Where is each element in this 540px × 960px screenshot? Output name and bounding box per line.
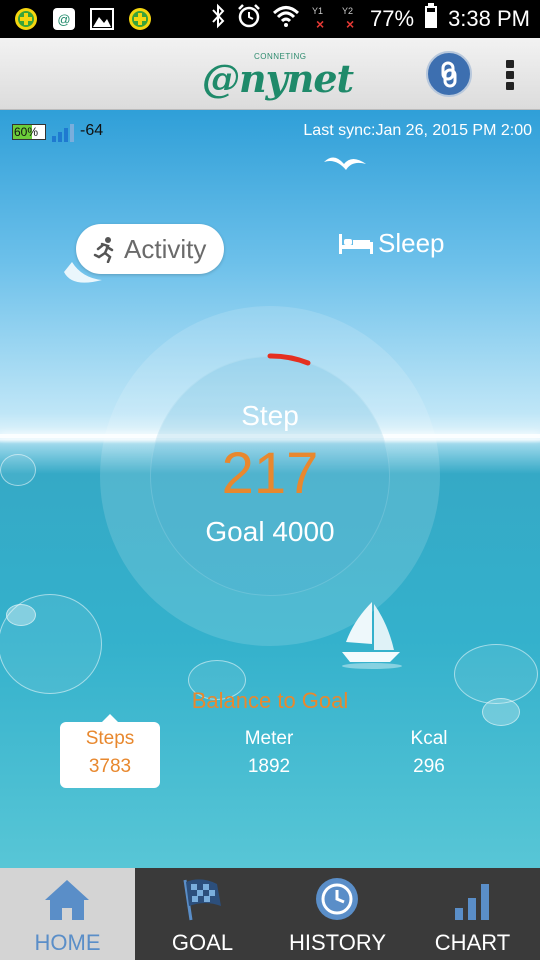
battery-icon: [424, 3, 438, 35]
balance-to-goal-title: Balance to Goal: [191, 688, 349, 713]
activity-scene: 60% -64 Last sync:Jan 26, 2015 PM 2:00 A…: [0, 110, 540, 868]
bottom-navigation: HOME GOAL HISTORY CHART: [0, 868, 540, 960]
checkered-flag-icon: [183, 879, 221, 921]
sim-off-icon: Y2 ×: [342, 6, 355, 32]
bar-chart-icon: [455, 884, 489, 920]
stat-kcal[interactable]: Kcal 296: [379, 722, 479, 788]
bed-icon: [339, 233, 373, 254]
app-header: CONNETING @nynet: [0, 38, 540, 110]
overflow-menu-icon: [506, 60, 514, 68]
nav-goal-label: GOAL: [171, 930, 234, 955]
water-bubble: [0, 454, 36, 486]
gallery-icon: [88, 6, 116, 32]
stat-meter[interactable]: Meter 1892: [219, 722, 319, 788]
nav-home[interactable]: HOME: [0, 868, 135, 960]
plus-badge-icon: [126, 6, 154, 32]
nav-history-label: HISTORY: [289, 930, 386, 955]
stat-meter-value: 1892: [247, 756, 291, 777]
nav-goal[interactable]: GOAL: [135, 868, 270, 960]
water-bubble: [6, 604, 36, 626]
bluetooth-icon: [210, 3, 226, 35]
wifi-icon: [272, 4, 300, 34]
runner-icon: [93, 237, 114, 263]
stat-steps-label: Steps: [85, 728, 135, 749]
svg-text:@: @: [57, 12, 70, 27]
stat-steps[interactable]: Steps 3783: [60, 722, 160, 788]
tab-activity[interactable]: Activity: [76, 224, 224, 274]
sim2-label: Y2: [342, 6, 354, 16]
nav-chart[interactable]: CHART: [405, 868, 540, 960]
device-link-button[interactable]: [426, 51, 472, 97]
alarm-icon: [236, 3, 262, 35]
sim1-label: Y1: [312, 6, 324, 16]
clock: 3:38 PM: [448, 6, 530, 31]
stat-selection-pointer: [102, 714, 118, 722]
link-icon: [441, 61, 457, 88]
tab-sleep-label: Sleep: [378, 228, 445, 258]
logo-text: @nynet: [202, 56, 354, 101]
nav-home-label: HOME: [34, 930, 101, 955]
signal-strength-icon: [52, 122, 78, 142]
status-bar: @ Y1 × Y2 × 77% 3:38 PM: [0, 0, 540, 38]
nav-chart-label: CHART: [434, 930, 511, 955]
overflow-menu-button[interactable]: [498, 58, 522, 92]
device-battery-indicator: 60%: [12, 124, 46, 140]
stat-steps-value: 3783: [88, 756, 132, 777]
goal-label: Goal 4000: [205, 516, 335, 547]
step-label: Step: [241, 400, 299, 431]
battery-percent: 77%: [370, 6, 415, 31]
mail-app-icon: @: [50, 6, 78, 32]
home-icon: [45, 880, 89, 920]
step-progress-arc: [267, 353, 311, 366]
stat-meter-label: Meter: [244, 728, 294, 749]
sim-off-icon: Y1 ×: [312, 6, 325, 32]
brand-logo: CONNETING @nynet: [202, 48, 354, 101]
plus-badge-icon: [12, 6, 40, 32]
nav-history[interactable]: HISTORY: [270, 868, 405, 960]
tab-sleep[interactable]: Sleep: [338, 228, 445, 259]
stat-kcal-value: 296: [413, 756, 445, 777]
sailboat-icon: [342, 602, 402, 669]
seagull-icon: [324, 157, 366, 170]
history-clock-icon: [316, 878, 358, 920]
tab-activity-label: Activity: [124, 233, 207, 264]
last-sync-label: Last sync:Jan 26, 2015 PM 2:00: [303, 122, 532, 139]
device-battery-level: 60%: [14, 125, 39, 139]
signal-value: -64: [80, 122, 104, 139]
system-icons: Y1 × Y2 × 77% 3:38 PM: [210, 3, 530, 35]
stat-kcal-label: Kcal: [410, 728, 448, 749]
notification-icons: @: [12, 6, 154, 32]
step-count: 217: [221, 441, 319, 506]
